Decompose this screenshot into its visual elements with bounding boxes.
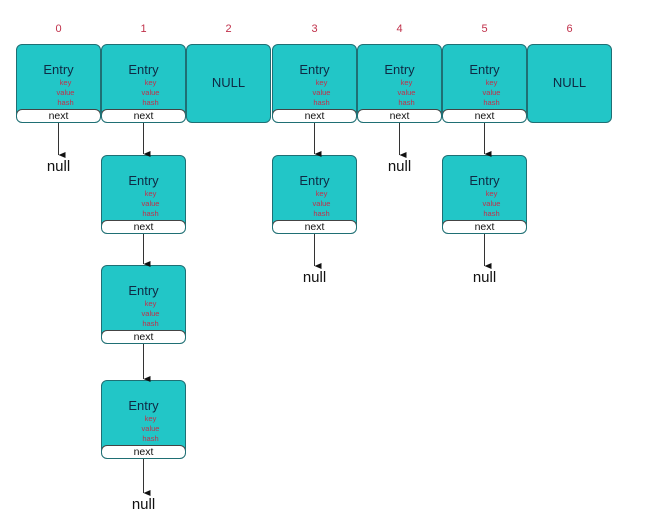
- bucket-entry: Entry key value hash next: [101, 44, 186, 123]
- entry-fields: key value hash: [443, 78, 526, 108]
- entry-field-hash: hash: [398, 98, 415, 107]
- null-terminator: null: [46, 158, 71, 175]
- entry-field-key: key: [485, 78, 498, 87]
- bucket-entry: Entry key value hash next: [442, 44, 527, 123]
- next-pointer: next: [443, 109, 526, 122]
- entry-field-hash: hash: [57, 98, 74, 107]
- entry-field-key: key: [400, 78, 413, 87]
- entry-title: Entry: [128, 283, 159, 298]
- chained-entry: Entry key value hash next: [272, 155, 357, 234]
- entry-field-hash: hash: [142, 319, 159, 328]
- bucket-index-3: 3: [311, 23, 318, 35]
- next-pointer: next: [17, 109, 100, 122]
- entry-fields: key value hash: [102, 414, 185, 444]
- bucket-index-0: 0: [55, 23, 62, 35]
- chained-entry: Entry key value hash next: [101, 265, 186, 344]
- entry-field-value: value: [482, 199, 501, 208]
- null-terminator: null: [131, 496, 156, 513]
- null-bucket: NULL: [527, 44, 612, 123]
- entry-field-key: key: [315, 189, 328, 198]
- next-pointer: next: [273, 109, 356, 122]
- entry-title: Entry: [299, 173, 330, 188]
- entry-title: Entry: [469, 62, 500, 77]
- entry-fields: key value hash: [102, 78, 185, 108]
- entry-fields: key value hash: [273, 78, 356, 108]
- bucket-index-6: 6: [566, 23, 573, 35]
- next-pointer: next: [102, 109, 185, 122]
- next-pointer: next: [102, 220, 185, 233]
- entry-field-value: value: [141, 199, 160, 208]
- entry-fields: key value hash: [443, 189, 526, 219]
- entry-title: Entry: [384, 62, 415, 77]
- bucket-entry: Entry key value hash next: [357, 44, 442, 123]
- chained-entry: Entry key value hash next: [101, 380, 186, 459]
- entry-field-key: key: [315, 78, 328, 87]
- null-terminator: null: [472, 269, 497, 286]
- entry-field-key: key: [59, 78, 72, 87]
- entry-field-hash: hash: [142, 434, 159, 443]
- entry-field-value: value: [312, 88, 331, 97]
- entry-title: Entry: [43, 62, 74, 77]
- bucket-index-2: 2: [225, 23, 232, 35]
- entry-title: Entry: [128, 398, 159, 413]
- next-pointer: next: [443, 220, 526, 233]
- entry-fields: key value hash: [102, 189, 185, 219]
- next-pointer: next: [273, 220, 356, 233]
- next-pointer: next: [102, 330, 185, 343]
- bucket-index-1: 1: [140, 23, 147, 35]
- next-pointer: next: [358, 109, 441, 122]
- null-bucket: NULL: [186, 44, 271, 123]
- entry-field-value: value: [141, 309, 160, 318]
- bucket-entry: Entry key value hash next: [16, 44, 101, 123]
- entry-field-hash: hash: [313, 98, 330, 107]
- bucket-index-5: 5: [481, 23, 488, 35]
- entry-field-key: key: [485, 189, 498, 198]
- entry-field-key: key: [144, 299, 157, 308]
- chained-entry: Entry key value hash next: [101, 155, 186, 234]
- entry-field-key: key: [144, 78, 157, 87]
- entry-fields: key value hash: [17, 78, 100, 108]
- null-bucket-label: NULL: [552, 75, 587, 90]
- bucket-entry: Entry key value hash next: [272, 44, 357, 123]
- entry-fields: key value hash: [102, 299, 185, 329]
- chained-entry: Entry key value hash next: [442, 155, 527, 234]
- entry-field-value: value: [397, 88, 416, 97]
- entry-field-value: value: [141, 88, 160, 97]
- entry-field-hash: hash: [142, 209, 159, 218]
- null-terminator: null: [302, 269, 327, 286]
- entry-title: Entry: [128, 62, 159, 77]
- entry-title: Entry: [299, 62, 330, 77]
- entry-field-value: value: [312, 199, 331, 208]
- entry-field-value: value: [141, 424, 160, 433]
- entry-field-hash: hash: [483, 209, 500, 218]
- entry-title: Entry: [128, 173, 159, 188]
- null-bucket-label: NULL: [211, 75, 246, 90]
- entry-fields: key value hash: [358, 78, 441, 108]
- entry-field-value: value: [482, 88, 501, 97]
- next-pointer: next: [102, 445, 185, 458]
- entry-field-hash: hash: [313, 209, 330, 218]
- entry-field-key: key: [144, 189, 157, 198]
- entry-title: Entry: [469, 173, 500, 188]
- entry-field-hash: hash: [142, 98, 159, 107]
- hashmap-diagram: 0 Entry key value hash next null 1 Entry key value…: [0, 0, 656, 521]
- null-terminator: null: [387, 158, 412, 175]
- entry-fields: key value hash: [273, 189, 356, 219]
- entry-field-key: key: [144, 414, 157, 423]
- bucket-index-4: 4: [396, 23, 403, 35]
- entry-field-value: value: [56, 88, 75, 97]
- entry-field-hash: hash: [483, 98, 500, 107]
